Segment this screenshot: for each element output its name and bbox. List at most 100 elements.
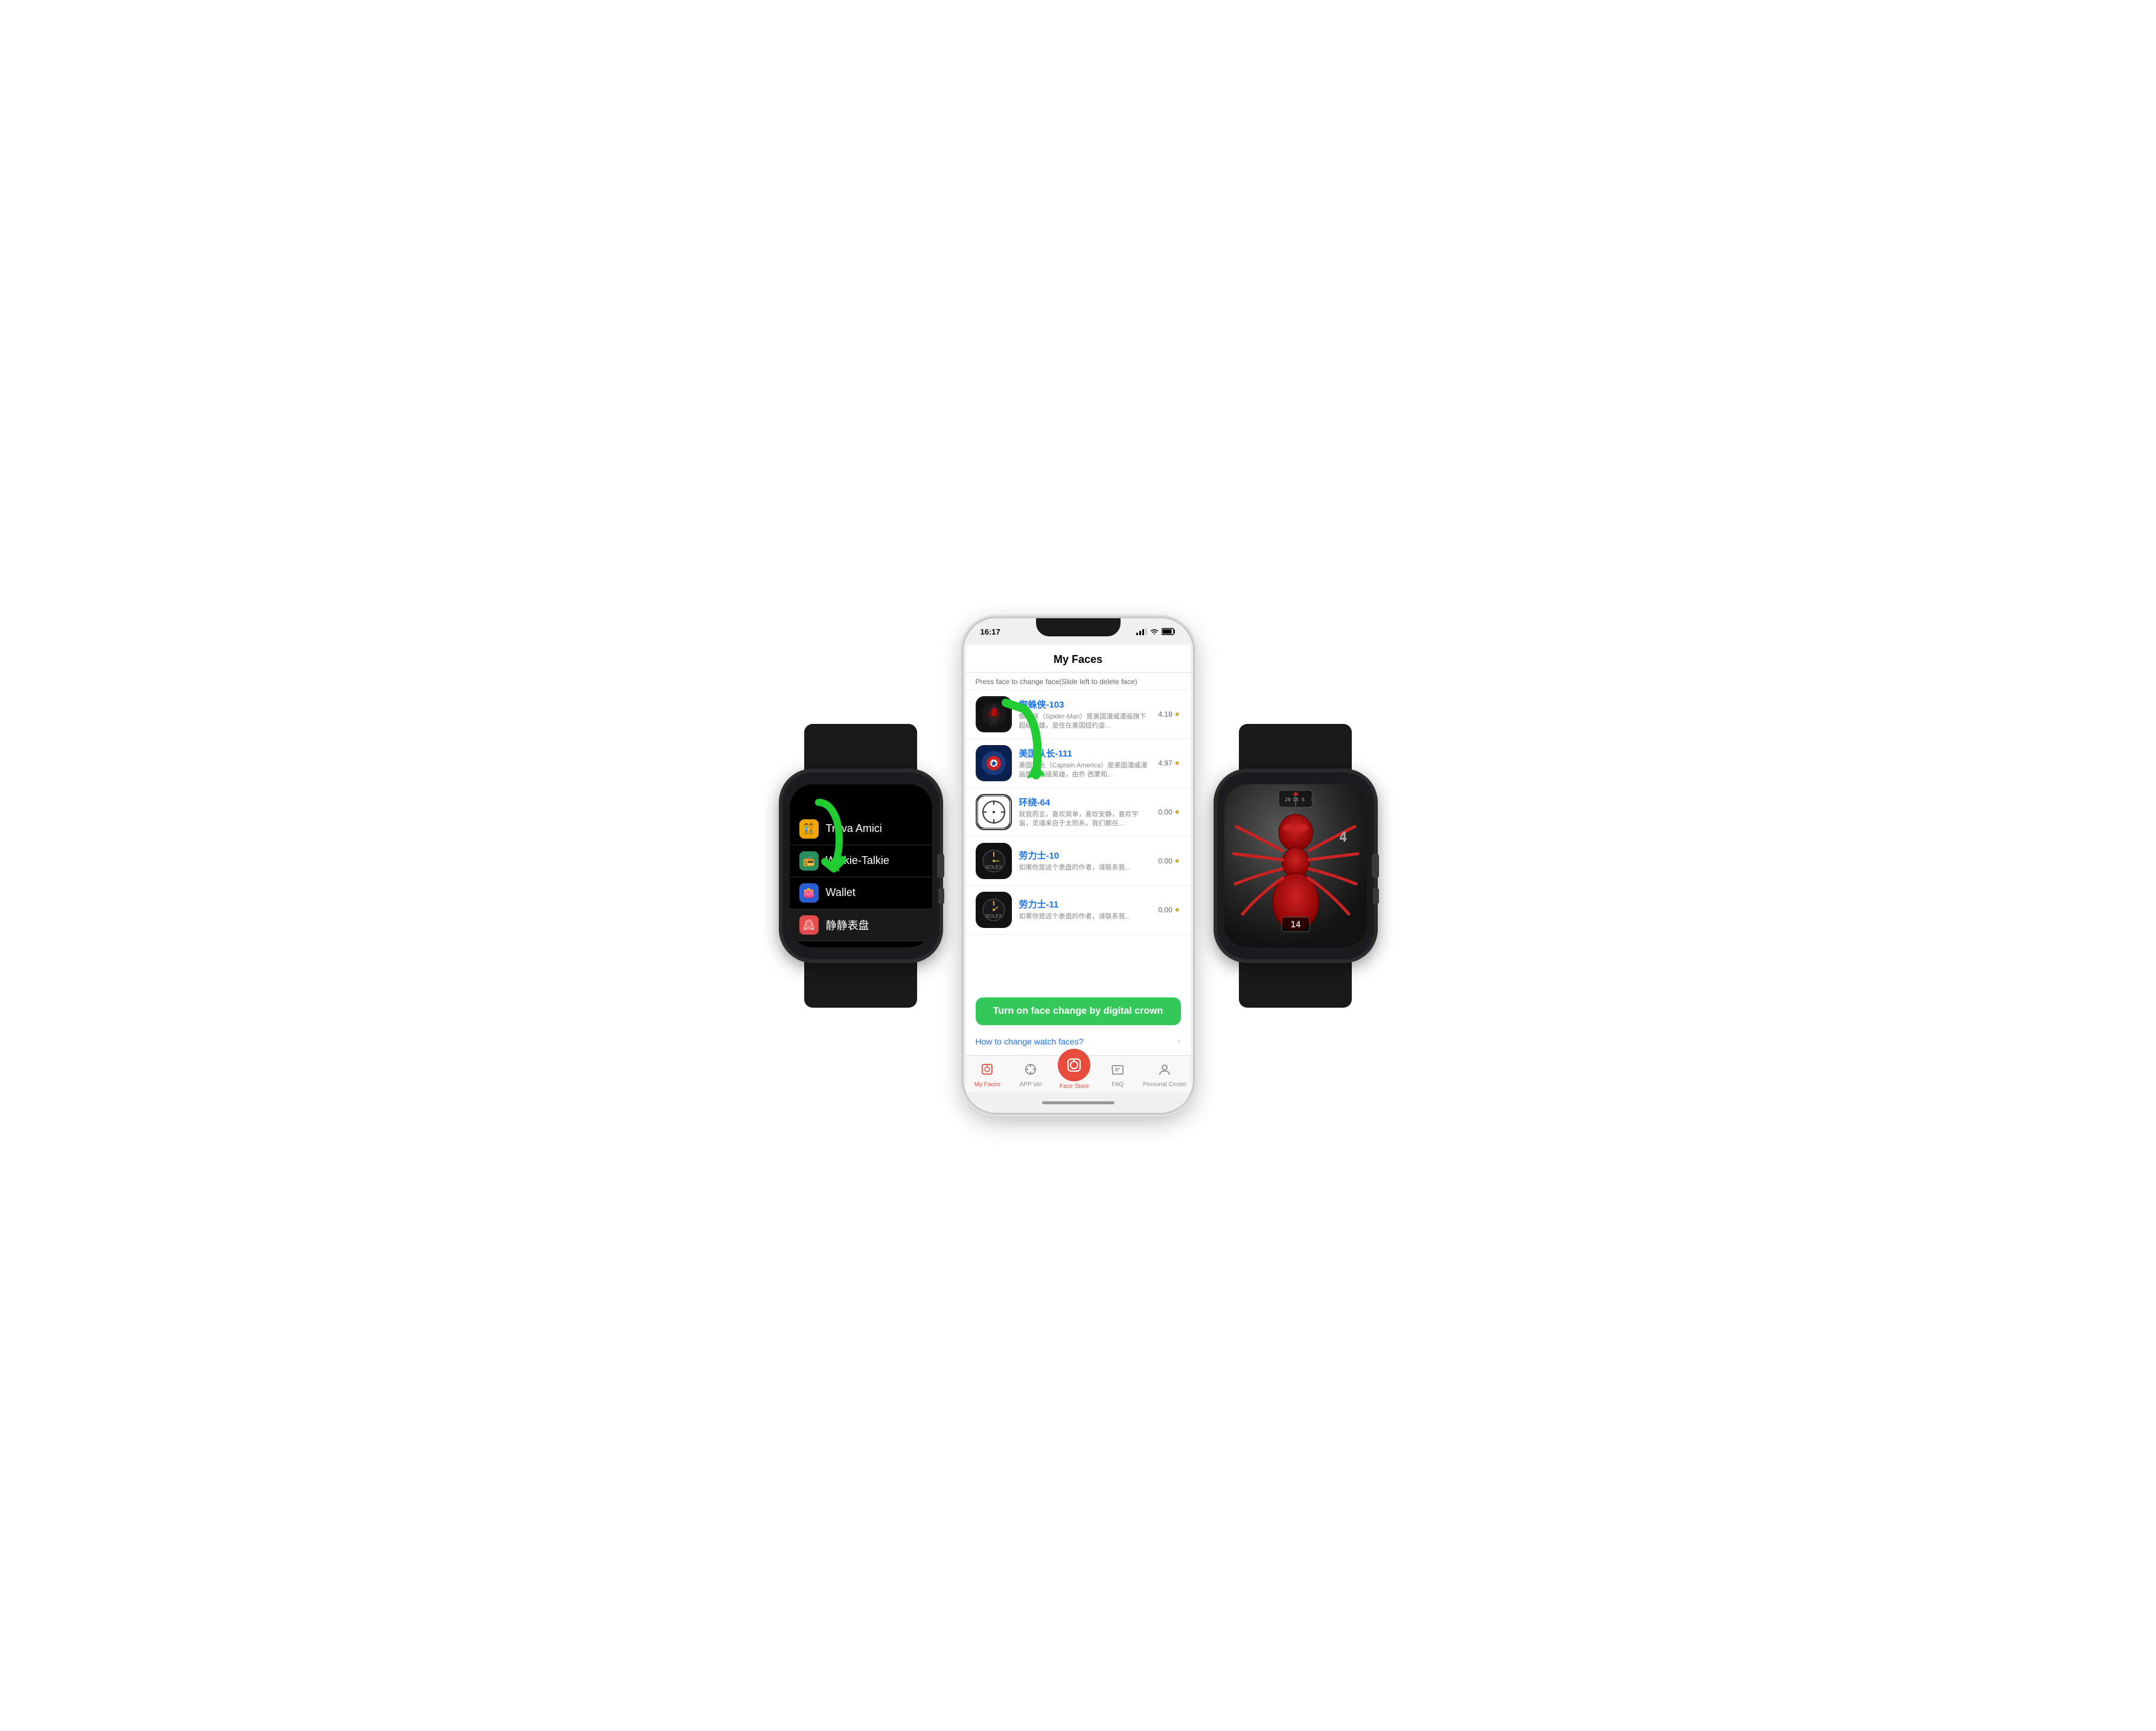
tab-bar: My Faces APP Ver (966, 1055, 1191, 1092)
jingji-icon: 🕰 (799, 915, 819, 935)
side-button-right[interactable] (1373, 888, 1379, 904)
watch-screen-right: 20 15 S 55 4 14 (1224, 784, 1367, 947)
thumb-huanrao (976, 794, 1012, 830)
facestore-tab-label: Face Store (1060, 1083, 1089, 1090)
faq-icon-svg (1111, 1063, 1124, 1076)
svg-text:55: 55 (1310, 797, 1316, 802)
face-rating-huanrao: 0.00 ✦ (1158, 807, 1180, 818)
iphone: 16:17 (964, 618, 1193, 1113)
svg-text:★: ★ (990, 758, 997, 768)
watch-body-right: 20 15 S 55 4 14 (1217, 772, 1374, 959)
face-info-captain: 美国队长-111 美国队长（Captain America）是美国漫威漫画旗下超… (1019, 747, 1151, 780)
band-top-left (804, 724, 917, 772)
subtitle-text: Press face to change face(Slide left to … (966, 673, 1191, 690)
thumb-rolex10: ROLEX (976, 843, 1012, 879)
wallet-label: Wallet (826, 886, 856, 899)
face-item-captain[interactable]: ★ 美国队长-111 美国队长（Captain America）是美国漫威漫画旗… (966, 739, 1191, 788)
tab-appver[interactable]: APP Ver (1012, 1063, 1049, 1088)
main-scene: 🧑‍🤝‍🧑 Trova Amici 📻 Walkie-Talkie 👛 Wall… (716, 594, 1441, 1137)
face-rating-spiderman: 4.18 ✦ (1158, 709, 1180, 720)
face-title-rolex10: 劳力士-10 (1019, 849, 1151, 862)
personal-icon-svg (1158, 1063, 1171, 1076)
svg-text:14: 14 (1290, 920, 1300, 930)
digital-crown-left[interactable] (937, 854, 944, 878)
star-icon-rolex10: ✦ (1174, 856, 1181, 866)
facestore-tab-icon (1058, 1049, 1090, 1081)
rolex10-thumb-svg: ROLEX (977, 845, 1010, 877)
appver-tab-label: APP Ver (1020, 1081, 1043, 1088)
rating-value-captain: 4.97 (1158, 759, 1172, 767)
notch (1036, 618, 1121, 636)
tab-faq[interactable]: FAQ (1099, 1063, 1136, 1088)
face-info-spiderman: 蜘蛛侠-103 蜘蛛侠（Spider-Man）是美国漫威漫画旗下超级英雄，是住在… (1019, 698, 1151, 731)
face-rating-rolex10: 0.00 ✦ (1158, 856, 1180, 866)
face-rating-captain: 4.97 ✦ (1158, 758, 1180, 769)
wifi-icon (1150, 628, 1159, 635)
myfaces-icon-svg (980, 1063, 994, 1076)
rating-value-rolex11: 0.00 (1158, 906, 1172, 914)
battery-icon (1162, 628, 1176, 635)
watch-right: 20 15 S 55 4 14 (1217, 724, 1374, 1008)
rating-value-spiderman: 4.18 (1158, 710, 1172, 718)
star-icon-spiderman: ✦ (1174, 709, 1181, 720)
arrow-left (801, 796, 861, 884)
band-bottom-left (804, 959, 917, 1008)
rating-value-huanrao: 0.00 (1158, 808, 1172, 816)
face-item-spiderman[interactable]: 🕷 蜘蛛侠-103 蜘蛛侠（Spider-Man）是美国漫威漫画旗下超级英雄，是… (966, 690, 1191, 739)
digital-crown-right[interactable] (1372, 854, 1379, 878)
captain-thumb-svg: ★ (977, 747, 1010, 779)
menu-item-jingji[interactable]: 🕰 静静表盘 (790, 909, 932, 941)
faq-tab-icon (1111, 1063, 1124, 1080)
svg-text:ROLEX: ROLEX (985, 913, 1002, 919)
status-bar: 16:17 (964, 618, 1193, 645)
faq-tab-label: FAQ (1112, 1081, 1124, 1088)
thumb-rolex11: ROLEX (976, 892, 1012, 928)
signal-icon (1136, 628, 1147, 635)
iphone-screen: My Faces Press face to change face(Slide… (966, 645, 1191, 1055)
svg-text:ROLEX: ROLEX (985, 865, 1002, 870)
side-button-left[interactable] (938, 888, 944, 904)
svg-text:15: 15 (1293, 797, 1299, 802)
tab-personal[interactable]: Personal Center (1143, 1063, 1186, 1088)
face-info-rolex10: 劳力士-10 如果你是这个表盘的作者，请联系我... (1019, 849, 1151, 872)
svg-text:S: S (1302, 797, 1305, 802)
iphone-wrapper: 16:17 (964, 618, 1193, 1113)
face-rating-rolex11: 0.00 ✦ (1158, 905, 1180, 915)
face-item-huanrao[interactable]: 环绕-64 就我而言，喜欢简单，喜欢安静，喜欢宇宙，灵魂来自于太阳系，我们都在.… (966, 788, 1191, 837)
arrow-left-svg (801, 796, 861, 881)
home-bar (1042, 1101, 1115, 1104)
wallet-icon: 👛 (799, 883, 819, 903)
spider-watch-face: 20 15 S 55 4 14 (1224, 784, 1367, 947)
digital-crown-btn[interactable]: Turn on face change by digital crown (976, 997, 1181, 1025)
tab-myfaces[interactable]: My Faces (969, 1063, 1005, 1088)
svg-text:🕷: 🕷 (987, 708, 1000, 720)
tab-facestore[interactable]: Face Store (1056, 1061, 1092, 1090)
face-desc-huanrao: 就我而言，喜欢简单，喜欢安静，喜欢宇宙，灵魂来自于太阳系，我们都在... (1019, 810, 1151, 829)
personal-tab-label: Personal Center (1143, 1081, 1186, 1088)
rating-value-rolex10: 0.00 (1158, 857, 1172, 865)
facestore-icon-svg (1066, 1057, 1083, 1073)
myfaces-tab-label: My Faces (974, 1081, 1000, 1088)
chevron-icon: › (1177, 1036, 1180, 1047)
how-to-text: How to change watch faces? (976, 1037, 1084, 1046)
status-time: 16:17 (980, 627, 1000, 636)
face-item-rolex10[interactable]: ROLEX 劳力士-10 如果你是这个表盘的作者，请联系我... 0.00 ✦ (966, 837, 1191, 886)
face-title-huanrao: 环绕-64 (1019, 796, 1151, 808)
face-desc-rolex11: 如果你是这个表盘的作者，请联系我... (1019, 912, 1151, 921)
watch-left: 🧑‍🤝‍🧑 Trova Amici 📻 Walkie-Talkie 👛 Wall… (782, 724, 939, 1008)
face-desc-rolex10: 如果你是这个表盘的作者，请联系我... (1019, 863, 1151, 872)
appver-tab-icon (1024, 1063, 1037, 1080)
thumb-spiderman: 🕷 (976, 696, 1012, 732)
band-bottom-right (1239, 959, 1352, 1008)
face-item-rolex11[interactable]: ROLEX 劳力士-11 如果你是这个表盘的作者，请联系我... 0.00 ✦ (966, 886, 1191, 935)
personal-tab-icon (1158, 1063, 1171, 1080)
svg-text:20: 20 (1285, 797, 1291, 802)
face-info-huanrao: 环绕-64 就我而言，喜欢简单，喜欢安静，喜欢宇宙，灵魂来自于太阳系，我们都在.… (1019, 796, 1151, 829)
face-title-rolex11: 劳力士-11 (1019, 898, 1151, 910)
appver-icon-svg (1024, 1063, 1037, 1076)
star-icon-rolex11: ✦ (1174, 905, 1181, 915)
rolex11-thumb-svg: ROLEX (977, 894, 1010, 926)
jingji-label: 静静表盘 (826, 917, 869, 933)
band-top-right (1239, 724, 1352, 772)
face-info-rolex11: 劳力士-11 如果你是这个表盘的作者，请联系我... (1019, 898, 1151, 921)
